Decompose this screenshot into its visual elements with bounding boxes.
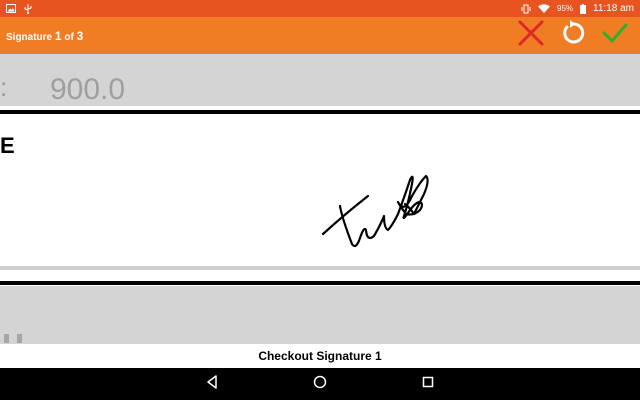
- cancel-button[interactable]: [516, 20, 546, 51]
- title-current: 1: [54, 28, 62, 43]
- navigation-bar: [0, 368, 640, 400]
- title-prefix: Signature: [6, 31, 55, 43]
- recents-square-icon: [421, 375, 435, 394]
- confirm-button[interactable]: [600, 21, 630, 51]
- scroll-mark-1: [4, 334, 9, 343]
- signature-caption: Checkout Signature 1: [258, 349, 382, 363]
- page-title: Signature 1 of 3: [6, 29, 83, 43]
- refresh-icon: [560, 20, 586, 51]
- recents-button[interactable]: [418, 374, 438, 394]
- scroll-mark-2: [17, 334, 22, 343]
- title-total: 3: [76, 28, 84, 43]
- back-button[interactable]: [202, 374, 222, 394]
- status-bar: 95% 11:18 am: [0, 0, 640, 17]
- battery-icon: [580, 3, 587, 14]
- app-actions: [516, 20, 634, 51]
- battery-percent: 95%: [557, 4, 574, 13]
- signature-drawing: [321, 174, 429, 248]
- clock: 11:18 am: [593, 3, 634, 14]
- check-icon: [602, 20, 628, 51]
- caption-bar: Checkout Signature 1: [0, 344, 640, 368]
- wifi-icon: [538, 4, 551, 13]
- close-icon: [518, 20, 544, 51]
- vibrate-icon: [521, 4, 531, 14]
- status-right: 95% 11:18 am: [521, 3, 634, 14]
- signature-bottom-border: [0, 281, 640, 285]
- amount-row: : 900.0: [0, 54, 640, 106]
- amount-colon: :: [0, 72, 8, 102]
- reset-button[interactable]: [558, 20, 588, 51]
- app-bar: Signature 1 of 3: [0, 17, 640, 54]
- title-of: of: [61, 31, 77, 43]
- home-circle-icon: [313, 375, 327, 394]
- image-notification-icon: [6, 4, 16, 13]
- amount-value: 900.0: [50, 73, 126, 106]
- signature-bottom-divider: [0, 266, 640, 270]
- back-triangle-icon: [205, 374, 219, 394]
- status-left: [6, 3, 32, 14]
- usb-icon: [24, 3, 32, 14]
- lower-document-area: [0, 290, 640, 344]
- signature-top-border: [0, 110, 640, 114]
- home-button[interactable]: [310, 374, 330, 394]
- signature-pad[interactable]: [0, 118, 640, 268]
